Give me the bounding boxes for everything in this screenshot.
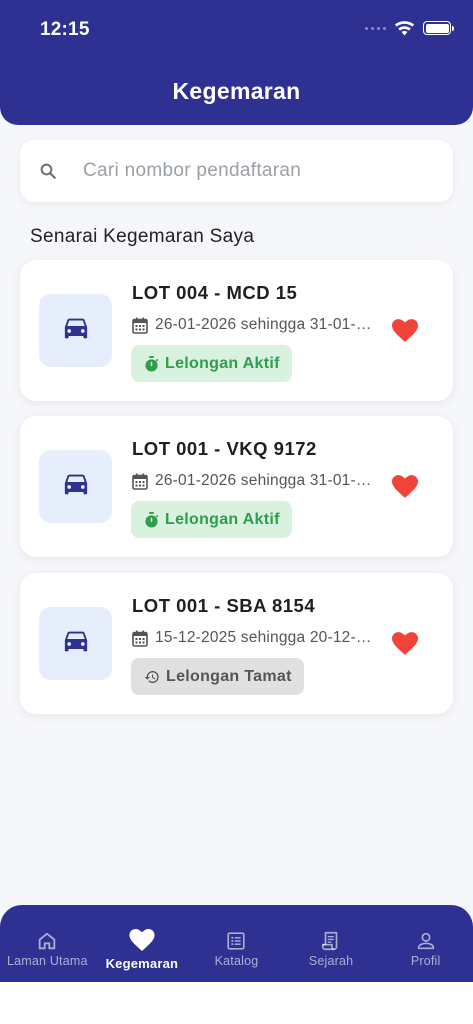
search-bar[interactable]	[20, 140, 453, 202]
list-icon	[227, 932, 246, 950]
favorite-heart-icon[interactable]	[392, 475, 418, 498]
auction-dates: 15-12-2025 sehingga 20-12-2025	[155, 629, 375, 646]
timer-icon	[145, 511, 159, 527]
person-icon	[417, 932, 434, 950]
section-title: Senarai Kegemaran Saya	[30, 226, 255, 247]
search-input[interactable]	[83, 160, 423, 182]
nav-label: Sejarah	[308, 954, 354, 968]
date-row: 26-01-2026 sehingga 31-01-2026	[132, 316, 375, 334]
status-badge: Lelongan Aktif	[131, 501, 292, 538]
status-text: Lelongan Tamat	[166, 667, 292, 685]
favorite-card[interactable]: LOT 004 - MCD 15 26-01-2026 sehingga 31-…	[20, 260, 453, 401]
status-time: 12:15	[40, 19, 90, 40]
nav-label: Katalog	[214, 954, 259, 968]
app-header: 12:15 Kegemaran	[0, 0, 473, 125]
date-row: 26-01-2026 sehingga 31-01-2026	[132, 472, 375, 490]
status-icons	[365, 20, 454, 36]
history-icon	[144, 670, 159, 683]
status-badge: Lelongan Tamat	[131, 658, 304, 695]
auction-dates: 26-01-2026 sehingga 31-01-2026	[155, 472, 375, 489]
favorite-heart-icon[interactable]	[392, 632, 418, 655]
search-icon	[40, 163, 56, 179]
nav-item-kegemaran[interactable]: Kegemaran	[95, 905, 190, 982]
car-thumbnail	[39, 450, 112, 523]
nav-item-profil[interactable]: Profil	[378, 905, 473, 982]
nav-item-katalog[interactable]: Katalog	[189, 905, 284, 982]
status-text: Lelongan Aktif	[165, 354, 280, 372]
bottom-nav: Laman Utama Kegemaran Katalog Sejarah Pr…	[0, 905, 473, 982]
nav-item-sejarah[interactable]: Sejarah	[284, 905, 379, 982]
car-thumbnail	[39, 607, 112, 680]
page-title: Kegemaran	[172, 78, 301, 104]
calendar-icon	[132, 317, 148, 334]
calendar-icon	[132, 630, 148, 647]
favorite-card[interactable]: LOT 001 - VKQ 9172 26-01-2026 sehingga 3…	[20, 416, 453, 557]
date-row: 15-12-2025 sehingga 20-12-2025	[132, 629, 375, 647]
wifi-icon	[394, 21, 415, 36]
auction-dates: 26-01-2026 sehingga 31-01-2026	[155, 316, 375, 333]
nav-label: Laman Utama	[6, 954, 88, 968]
cellular-signal-icon	[365, 26, 386, 30]
lot-title: LOT 001 - VKQ 9172	[132, 438, 317, 459]
car-icon	[64, 474, 87, 494]
status-text: Lelongan Aktif	[165, 510, 280, 528]
status-badge: Lelongan Aktif	[131, 345, 292, 382]
car-icon	[64, 631, 87, 651]
battery-icon	[423, 21, 454, 35]
heart-icon	[129, 929, 155, 951]
nav-item-laman-utama[interactable]: Laman Utama	[0, 905, 95, 982]
timer-icon	[145, 355, 159, 371]
receipt-icon	[322, 931, 338, 951]
nav-label: Profil	[410, 954, 441, 968]
car-icon	[64, 318, 87, 338]
lot-title: LOT 001 - SBA 8154	[132, 595, 316, 616]
bottom-safe-area	[0, 982, 473, 1024]
nav-label: Kegemaran	[105, 956, 179, 971]
calendar-icon	[132, 473, 148, 490]
favorite-card[interactable]: LOT 001 - SBA 8154 15-12-2025 sehingga 2…	[20, 573, 453, 714]
favorite-heart-icon[interactable]	[392, 319, 418, 342]
car-thumbnail	[39, 294, 112, 367]
lot-title: LOT 004 - MCD 15	[132, 282, 298, 303]
home-icon	[39, 932, 56, 950]
